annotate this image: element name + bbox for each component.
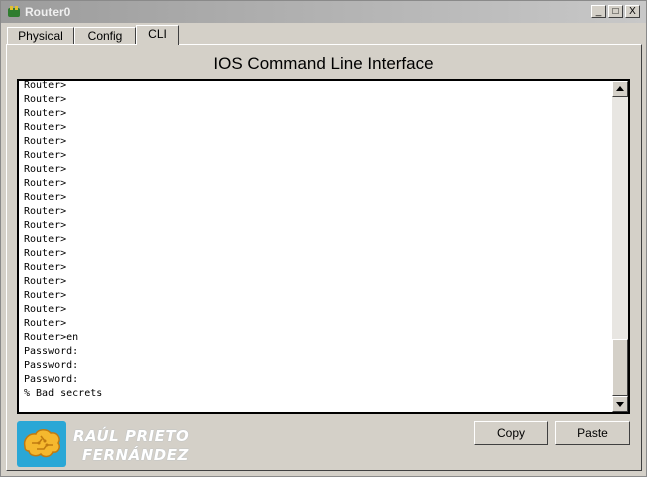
console-output: Router> Router> Router> Router> Router> Route… [24,80,103,412]
tab-cli[interactable]: CLI [136,25,179,45]
title-bar[interactable]: Router0 _ □ X [1,1,646,23]
brain-logo-icon [23,429,60,458]
tab-config[interactable]: Config [74,27,136,44]
console-line: Password: [24,346,79,357]
console-line: Router> [24,178,67,189]
copy-button[interactable]: Copy [474,421,548,445]
console-line: Router> [24,276,67,287]
console-line: Router> [24,248,67,259]
console-line: Router> [24,290,67,301]
scroll-up-button[interactable] [612,81,628,97]
arrow-up-icon [616,86,624,91]
console-line: Router> [24,262,67,273]
tab-physical[interactable]: Physical [7,27,74,44]
console-line: Router> [24,192,67,203]
watermark-name: RAÚL PRIETO [73,427,190,445]
watermark-surname: FERNÁNDEZ [82,446,189,464]
console-line: Router> [24,220,67,231]
console-line: Password: [24,360,79,371]
console-line: % Bad secrets [24,388,103,399]
console-line: Password: [24,374,79,385]
console-line: Router> [24,164,67,175]
console-line: Router> [24,234,67,245]
minimize-button[interactable]: _ [591,5,606,18]
tab-cli-label: CLI [148,27,167,41]
page-title: IOS Command Line Interface [213,54,434,73]
console-line: Router> [24,318,67,329]
logo [17,421,66,467]
console-line: Router>en [24,332,79,343]
console-line: Router> [24,136,67,147]
router-icon [7,5,21,19]
paste-button[interactable]: Paste [555,421,630,445]
minimize-icon: _ [595,5,602,17]
maximize-icon: □ [612,5,619,17]
console-line: Router> [24,122,67,133]
window-title: Router0 [25,5,71,19]
arrow-down-icon [616,402,624,407]
console-line: Router> [24,206,67,217]
maximize-button[interactable]: □ [608,5,623,18]
console-line: Router> [24,94,67,105]
console-line: Router> [24,150,67,161]
console-line: Router> [24,80,67,91]
tab-physical-label: Physical [18,29,63,43]
console-line: Router> [24,304,67,315]
tab-config-label: Config [87,29,123,43]
console-scrollbar[interactable] [612,81,628,412]
console-line: Router> [24,108,67,119]
close-icon: X [629,5,636,17]
scroll-thumb[interactable] [612,339,628,396]
cli-console[interactable]: Router> Router> Router> Router> Router> Route… [17,79,630,414]
close-button[interactable]: X [625,5,640,18]
scroll-down-button[interactable] [612,396,628,412]
